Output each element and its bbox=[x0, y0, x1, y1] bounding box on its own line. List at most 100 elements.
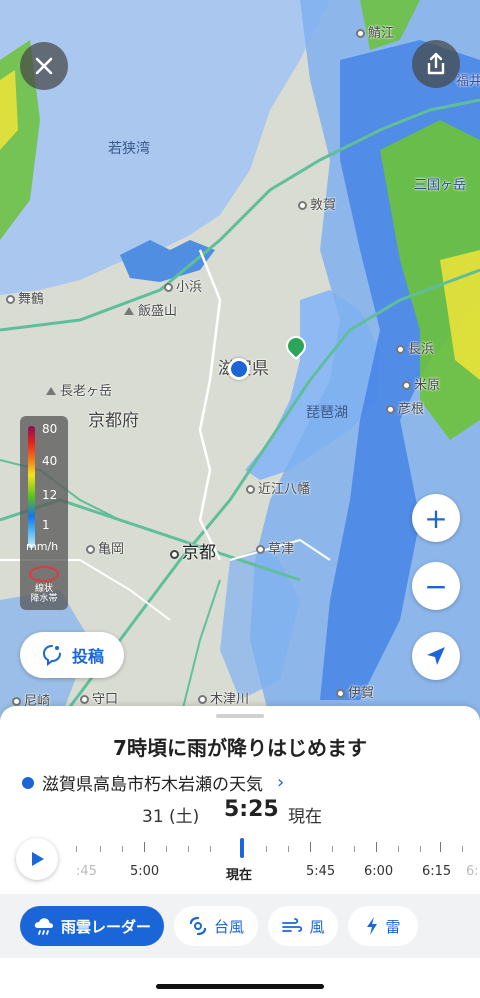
zoom-in-icon: + bbox=[424, 501, 448, 535]
share-button[interactable] bbox=[412, 40, 460, 88]
timeline-tick bbox=[332, 846, 333, 852]
rain-legend: 80 40 12 1 mm/h 線状 降水帯 bbox=[20, 416, 68, 610]
timeline-tick bbox=[166, 846, 167, 852]
map-label-saba: 鯖江 bbox=[356, 22, 394, 41]
play-icon bbox=[32, 852, 44, 866]
locate-button[interactable] bbox=[412, 632, 460, 680]
location-label: 滋賀県高島市朽木岩瀬の天気 bbox=[42, 775, 263, 795]
map-label-omihachiman: 近江八幡 bbox=[246, 478, 310, 497]
city-marker-icon bbox=[256, 545, 265, 554]
map-label-moriguchi: 守口 bbox=[80, 688, 118, 707]
city-marker-icon bbox=[386, 405, 395, 414]
map-label-hikone: 彦根 bbox=[386, 398, 424, 417]
timeline-tick bbox=[122, 846, 123, 852]
tab-lightning[interactable]: 雷 bbox=[348, 906, 418, 946]
map-label-iimori: 飯盛山 bbox=[124, 300, 177, 319]
close-icon bbox=[35, 57, 53, 75]
timeline-tick bbox=[440, 842, 441, 852]
timeline-label-now: 現在 bbox=[226, 868, 253, 883]
mountain-icon bbox=[46, 387, 56, 395]
legend-tick: 1 bbox=[42, 518, 50, 532]
map-label-nagaoka: 長老ヶ岳 bbox=[46, 380, 112, 399]
city-marker-icon bbox=[198, 695, 207, 704]
location-dot-icon bbox=[22, 776, 34, 789]
timeline-label: 5:45 bbox=[306, 864, 336, 879]
radar-map[interactable]: 若狭湾 鯖江 福井 三国ヶ岳 敦賀 小浜 舞鶴 飯盛山 滋賀県 長浜 米原 彦根… bbox=[0, 0, 480, 720]
share-icon bbox=[427, 52, 445, 75]
legend-band-label: 線状 降水帯 bbox=[30, 584, 58, 604]
tab-wind[interactable]: 風 bbox=[268, 906, 338, 946]
home-indicator bbox=[156, 984, 324, 989]
timeline-tick bbox=[310, 842, 311, 852]
post-button[interactable]: 投稿 bbox=[20, 632, 124, 678]
map-label-tsuruga: 敦賀 bbox=[298, 194, 336, 213]
city-marker-icon bbox=[12, 697, 21, 706]
forecast-headline: 7時頃に雨が降りはじめます bbox=[113, 736, 367, 760]
timeline-tick bbox=[144, 842, 145, 852]
timeline-tick bbox=[76, 846, 77, 852]
zoom-in-button[interactable]: + bbox=[412, 494, 460, 542]
bottom-sheet: 7時頃に雨が降りはじめます 滋賀県高島市朽木岩瀬の天気 › 31 (土) 5:2… bbox=[0, 706, 480, 998]
city-marker-icon bbox=[336, 689, 345, 698]
map-label-kizugawa: 木津川 bbox=[198, 688, 249, 707]
chevron-right-icon: › bbox=[277, 772, 285, 793]
tab-label: 雷 bbox=[385, 917, 401, 936]
timeline-tick bbox=[210, 846, 211, 852]
sheet-handle[interactable] bbox=[216, 714, 264, 718]
timeline-tick bbox=[398, 846, 399, 852]
navigation-arrow-icon bbox=[427, 647, 445, 665]
timeline-label: 6: bbox=[466, 864, 479, 879]
tab-label: 台風 bbox=[213, 917, 244, 936]
city-marker-icon bbox=[86, 545, 95, 554]
current-location-marker bbox=[228, 358, 250, 380]
timeline-label: :45 bbox=[76, 864, 97, 879]
now-label: 現在 bbox=[288, 807, 322, 827]
tab-typhoon[interactable]: 台風 bbox=[174, 906, 258, 946]
map-label-fukui: 福井 bbox=[456, 74, 480, 89]
map-label-mikata: 三国ヶ岳 bbox=[414, 178, 467, 193]
map-label-kyoto-city: 京都 bbox=[170, 538, 216, 563]
map-label-nagahama: 長浜 bbox=[396, 338, 434, 357]
rain-cloud-icon bbox=[34, 918, 54, 935]
map-label-kusatsu: 草津 bbox=[256, 538, 294, 557]
tab-label: 風 bbox=[309, 917, 325, 936]
legend-color-bar bbox=[28, 426, 35, 548]
location-link[interactable]: 滋賀県高島市朽木岩瀬の天気 › bbox=[22, 770, 284, 795]
timeline-tick bbox=[354, 846, 355, 852]
zoom-out-icon: − bbox=[424, 569, 448, 603]
timeline-tick bbox=[420, 846, 421, 852]
city-marker-icon bbox=[80, 695, 89, 704]
timeline-label: 6:15 bbox=[422, 864, 452, 879]
timeline-tick bbox=[462, 846, 463, 852]
timeline-tick bbox=[266, 846, 267, 852]
city-marker-icon bbox=[356, 29, 365, 38]
map-label-kameoka: 亀岡 bbox=[86, 538, 124, 557]
close-button[interactable] bbox=[20, 42, 68, 90]
timeline-cursor[interactable] bbox=[240, 838, 244, 858]
city-marker-icon bbox=[396, 345, 405, 354]
city-marker-icon bbox=[402, 381, 411, 390]
city-marker-icon bbox=[6, 295, 15, 304]
map-label-iga: 伊賀 bbox=[336, 682, 374, 701]
tab-rain-radar[interactable]: 雨雲レーダー bbox=[20, 906, 164, 946]
mountain-icon bbox=[124, 307, 134, 315]
map-label-maizuru: 舞鶴 bbox=[6, 288, 44, 307]
wind-icon bbox=[282, 918, 303, 932]
typhoon-icon bbox=[189, 916, 207, 936]
timeline-label: 6:00 bbox=[364, 864, 394, 879]
play-button[interactable] bbox=[16, 838, 58, 880]
linear-band-icon bbox=[29, 566, 59, 582]
timeline-tick bbox=[376, 842, 377, 852]
timeline-slider[interactable]: :45 5:00 現在 5:45 6:00 6:15 6: bbox=[70, 834, 480, 888]
post-button-label: 投稿 bbox=[71, 647, 104, 666]
map-label-lake: 琵琶湖 bbox=[306, 405, 348, 421]
lightning-icon bbox=[367, 917, 378, 935]
map-label-obama: 小浜 bbox=[164, 276, 202, 295]
city-marker-icon bbox=[164, 283, 173, 292]
map-label-kyoto-pref: 京都府 bbox=[88, 411, 139, 431]
city-marker-icon bbox=[298, 201, 307, 210]
zoom-out-button[interactable]: − bbox=[412, 562, 460, 610]
map-label-sea: 若狭湾 bbox=[108, 141, 150, 157]
city-marker-icon bbox=[170, 550, 179, 559]
tab-label: 雨雲レーダー bbox=[60, 917, 151, 936]
